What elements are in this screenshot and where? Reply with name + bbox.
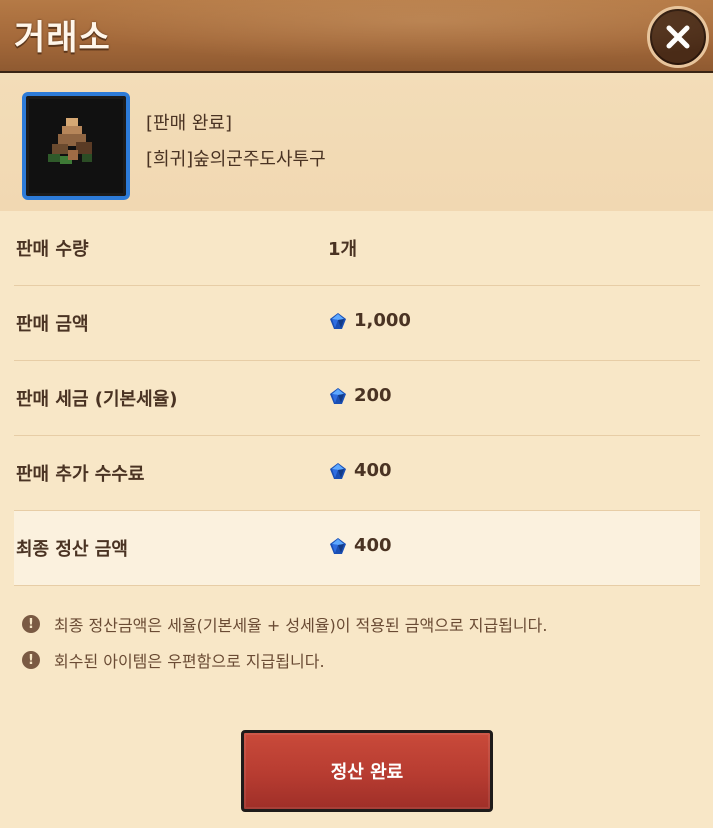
row-value-text: 1,000 (354, 310, 411, 331)
item-summary: [판매 완료] [희귀]숲의군주도사투구 (0, 73, 713, 211)
row-value: 1개 (328, 235, 357, 261)
dialog-header: 거래소 (0, 0, 713, 73)
item-status: [판매 완료] (146, 113, 233, 134)
row-label: 판매 금액 (16, 314, 89, 335)
row-value: 400 (328, 535, 392, 556)
notes-section: ! 최종 정산금액은 세율(기본세율 + 성세율)이 적용된 금액으로 지급됩니… (22, 606, 702, 678)
exclamation-icon: ! (22, 615, 40, 633)
exchange-dialog: 거래소 [판매 완료] [희귀]숲의군주도사투구 판매 수량 1개 판매 금액 … (0, 0, 713, 828)
gem-currency-icon (330, 312, 346, 329)
row-value: 400 (328, 460, 392, 481)
note-item: ! 회수된 아이템은 우편함으로 지급됩니다. (22, 642, 702, 678)
row-label: 판매 세금 (기본세율) (16, 389, 178, 410)
row-value: 200 (328, 385, 392, 406)
close-button[interactable] (647, 6, 709, 68)
gem-currency-icon (330, 462, 346, 479)
row-label: 최종 정산 금액 (16, 539, 128, 560)
row-value-text: 1개 (328, 239, 358, 260)
row-value-text: 400 (354, 535, 392, 556)
note-item: ! 최종 정산금액은 세율(기본세율 + 성세율)이 적용된 금액으로 지급됩니… (22, 606, 702, 642)
exclamation-icon: ! (22, 651, 40, 669)
note-text: 최종 정산금액은 세율(기본세율 + 성세율)이 적용된 금액으로 지급됩니다. (54, 616, 548, 635)
gem-currency-icon (330, 387, 346, 404)
item-slot (22, 92, 130, 200)
row-sale-quantity: 판매 수량 1개 (14, 211, 700, 286)
note-text: 회수된 아이템은 우편함으로 지급됩니다. (54, 652, 325, 671)
gem-currency-icon (330, 537, 346, 554)
row-value-text: 400 (354, 460, 392, 481)
settlement-table: 판매 수량 1개 판매 금액 1,000 판매 세금 (기본세율) 200 판매… (14, 211, 700, 586)
row-label: 판매 추가 수수료 (16, 464, 145, 485)
confirm-button-label: 정산 완료 (330, 762, 404, 783)
item-name: [희귀]숲의군주도사투구 (146, 149, 326, 170)
dialog-title: 거래소 (14, 18, 111, 58)
row-final-settlement: 최종 정산 금액 400 (14, 511, 700, 586)
row-value-text: 200 (354, 385, 392, 406)
settlement-complete-button[interactable]: 정산 완료 (241, 730, 493, 812)
row-label: 판매 수량 (16, 239, 89, 260)
close-icon (666, 25, 690, 49)
row-additional-fee: 판매 추가 수수료 400 (14, 436, 700, 511)
helmet-item-icon (48, 118, 92, 164)
row-sale-tax: 판매 세금 (기본세율) 200 (14, 361, 700, 436)
row-sale-amount: 판매 금액 1,000 (14, 286, 700, 361)
row-value: 1,000 (328, 310, 411, 331)
